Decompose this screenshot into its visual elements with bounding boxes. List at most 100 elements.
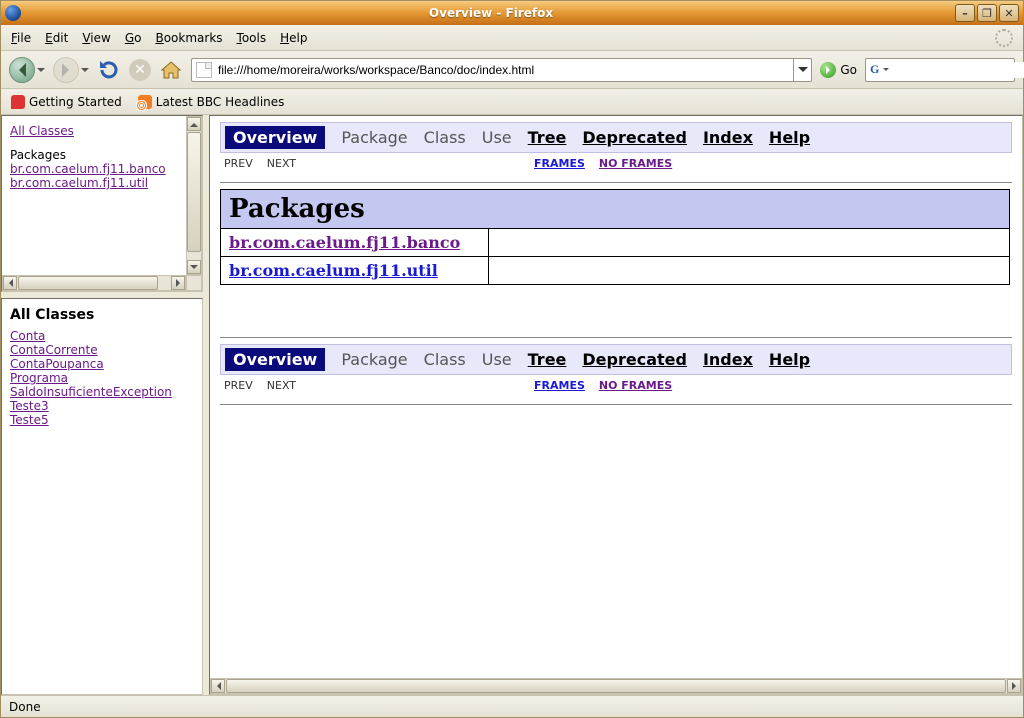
status-bar: Done bbox=[1, 695, 1023, 717]
status-text: Done bbox=[9, 700, 41, 714]
link-class-contacorrente[interactable]: ContaCorrente bbox=[10, 343, 98, 357]
window-title: Overview - Firefox bbox=[27, 6, 955, 20]
link-package-1[interactable]: br.com.caelum.fj11.util bbox=[229, 261, 438, 280]
nav-index[interactable]: Index bbox=[703, 350, 753, 369]
reload-icon bbox=[97, 58, 121, 82]
menu-file[interactable]: File bbox=[11, 31, 31, 45]
reload-button[interactable] bbox=[97, 58, 121, 82]
scroll-up-button[interactable] bbox=[187, 117, 201, 131]
bookmark-bbc-headlines[interactable]: Latest BBC Headlines bbox=[138, 95, 285, 109]
back-button[interactable] bbox=[9, 57, 45, 83]
scroll-right-button[interactable] bbox=[1007, 679, 1021, 693]
nav-package: Package bbox=[341, 128, 407, 147]
menu-tools[interactable]: Tools bbox=[237, 31, 267, 45]
scrollbar-horizontal[interactable] bbox=[2, 275, 186, 291]
link-all-classes[interactable]: All Classes bbox=[10, 124, 74, 138]
link-class-saldoinsuficienteexception[interactable]: SaldoInsuficienteException bbox=[10, 385, 172, 399]
scroll-thumb[interactable] bbox=[187, 132, 201, 252]
javadoc-subnav-bottom: PREV NEXT FRAMES NO FRAMES bbox=[220, 375, 1012, 402]
scroll-down-button[interactable] bbox=[187, 260, 201, 274]
content-frameset: All Classes Packages br.com.caelum.fj11.… bbox=[1, 115, 1023, 695]
scroll-thumb[interactable] bbox=[226, 679, 1006, 693]
scroll-thumb[interactable] bbox=[18, 276, 158, 290]
forward-button[interactable] bbox=[53, 57, 89, 83]
frame-overview: All Classes Packages br.com.caelum.fj11.… bbox=[1, 115, 203, 292]
packages-label: Packages bbox=[10, 148, 182, 162]
nav-prev: PREV bbox=[224, 157, 253, 170]
link-noframes[interactable]: NO FRAMES bbox=[599, 157, 672, 170]
nav-help[interactable]: Help bbox=[769, 128, 810, 147]
menu-view[interactable]: View bbox=[82, 31, 110, 45]
allclasses-heading: All Classes bbox=[10, 307, 194, 323]
go-label: Go bbox=[840, 63, 857, 77]
nav-tree[interactable]: Tree bbox=[528, 128, 567, 147]
window-titlebar: Overview - Firefox – ❐ ✕ bbox=[1, 1, 1023, 25]
menu-go[interactable]: Go bbox=[125, 31, 142, 45]
link-class-teste3[interactable]: Teste3 bbox=[10, 399, 49, 413]
search-bar[interactable]: G bbox=[865, 58, 1015, 82]
nav-overview[interactable]: Overview bbox=[225, 348, 325, 371]
bookmark-getting-started[interactable]: Getting Started bbox=[11, 95, 122, 109]
nav-overview[interactable]: Overview bbox=[225, 126, 325, 149]
menu-bookmarks[interactable]: Bookmarks bbox=[155, 31, 222, 45]
divider bbox=[220, 404, 1012, 405]
url-bar[interactable] bbox=[191, 58, 812, 82]
link-frames[interactable]: FRAMES bbox=[534, 379, 585, 392]
frame-allclasses: All Classes ContaContaCorrenteContaPoupa… bbox=[1, 298, 203, 695]
javadoc-subnav-top: PREV NEXT FRAMES NO FRAMES bbox=[220, 153, 1012, 180]
javadoc-navbar-top: Overview Package Class Use Tree Deprecat… bbox=[220, 122, 1012, 153]
link-noframes[interactable]: NO FRAMES bbox=[599, 379, 672, 392]
scrollbar-horizontal[interactable] bbox=[210, 678, 1022, 694]
table-row: br.com.caelum.fj11.banco bbox=[221, 229, 1010, 257]
scroll-right-button[interactable] bbox=[171, 276, 185, 290]
link-class-conta[interactable]: Conta bbox=[10, 329, 45, 343]
back-arrow-icon bbox=[9, 57, 35, 83]
nav-deprecated[interactable]: Deprecated bbox=[582, 350, 687, 369]
link-class-teste5[interactable]: Teste5 bbox=[10, 413, 49, 427]
bookmarks-toolbar: Getting Started Latest BBC Headlines bbox=[1, 89, 1023, 115]
nav-deprecated[interactable]: Deprecated bbox=[582, 128, 687, 147]
search-engine-icon[interactable]: G bbox=[870, 62, 879, 77]
link-class-programa[interactable]: Programa bbox=[10, 371, 68, 385]
link-frames[interactable]: FRAMES bbox=[534, 157, 585, 170]
stop-button[interactable]: ✕ bbox=[129, 59, 151, 81]
url-input[interactable] bbox=[216, 63, 793, 77]
back-dropdown-icon[interactable] bbox=[37, 68, 45, 76]
url-dropdown-button[interactable] bbox=[793, 59, 811, 81]
nav-class: Class bbox=[424, 350, 466, 369]
navigation-toolbar: ✕ Go G bbox=[1, 51, 1023, 89]
firefox-icon bbox=[5, 5, 21, 21]
forward-dropdown-icon[interactable] bbox=[81, 68, 89, 76]
search-engine-dropdown-icon[interactable] bbox=[883, 68, 889, 74]
nav-package: Package bbox=[341, 350, 407, 369]
link-package-1[interactable]: br.com.caelum.fj11.util bbox=[10, 176, 148, 190]
nav-help[interactable]: Help bbox=[769, 350, 810, 369]
table-row: br.com.caelum.fj11.util bbox=[221, 257, 1010, 285]
page-icon bbox=[196, 62, 212, 78]
menu-help[interactable]: Help bbox=[280, 31, 307, 45]
nav-next: NEXT bbox=[267, 157, 296, 170]
search-input[interactable] bbox=[893, 62, 1024, 78]
divider bbox=[220, 337, 1012, 338]
throbber-icon bbox=[995, 29, 1013, 47]
bookmark-label: Getting Started bbox=[29, 95, 122, 109]
link-class-contapoupanca[interactable]: ContaPoupanca bbox=[10, 357, 104, 371]
nav-index[interactable]: Index bbox=[703, 128, 753, 147]
link-package-0[interactable]: br.com.caelum.fj11.banco bbox=[229, 233, 460, 252]
menu-edit[interactable]: Edit bbox=[45, 31, 68, 45]
go-button[interactable]: Go bbox=[820, 62, 857, 78]
scrollbar-vertical[interactable] bbox=[186, 116, 202, 275]
nav-next: NEXT bbox=[267, 379, 296, 392]
scroll-left-button[interactable] bbox=[3, 276, 17, 290]
window-minimize-button[interactable]: – bbox=[955, 4, 975, 22]
bookmark-icon bbox=[11, 95, 25, 109]
nav-prev: PREV bbox=[224, 379, 253, 392]
packages-heading: Packages bbox=[221, 190, 1010, 229]
window-maximize-button[interactable]: ❐ bbox=[977, 4, 997, 22]
home-button[interactable] bbox=[159, 58, 183, 82]
nav-tree[interactable]: Tree bbox=[528, 350, 567, 369]
window-close-button[interactable]: ✕ bbox=[999, 4, 1019, 22]
link-package-0[interactable]: br.com.caelum.fj11.banco bbox=[10, 162, 166, 176]
bookmark-label: Latest BBC Headlines bbox=[156, 95, 285, 109]
scroll-left-button[interactable] bbox=[211, 679, 225, 693]
